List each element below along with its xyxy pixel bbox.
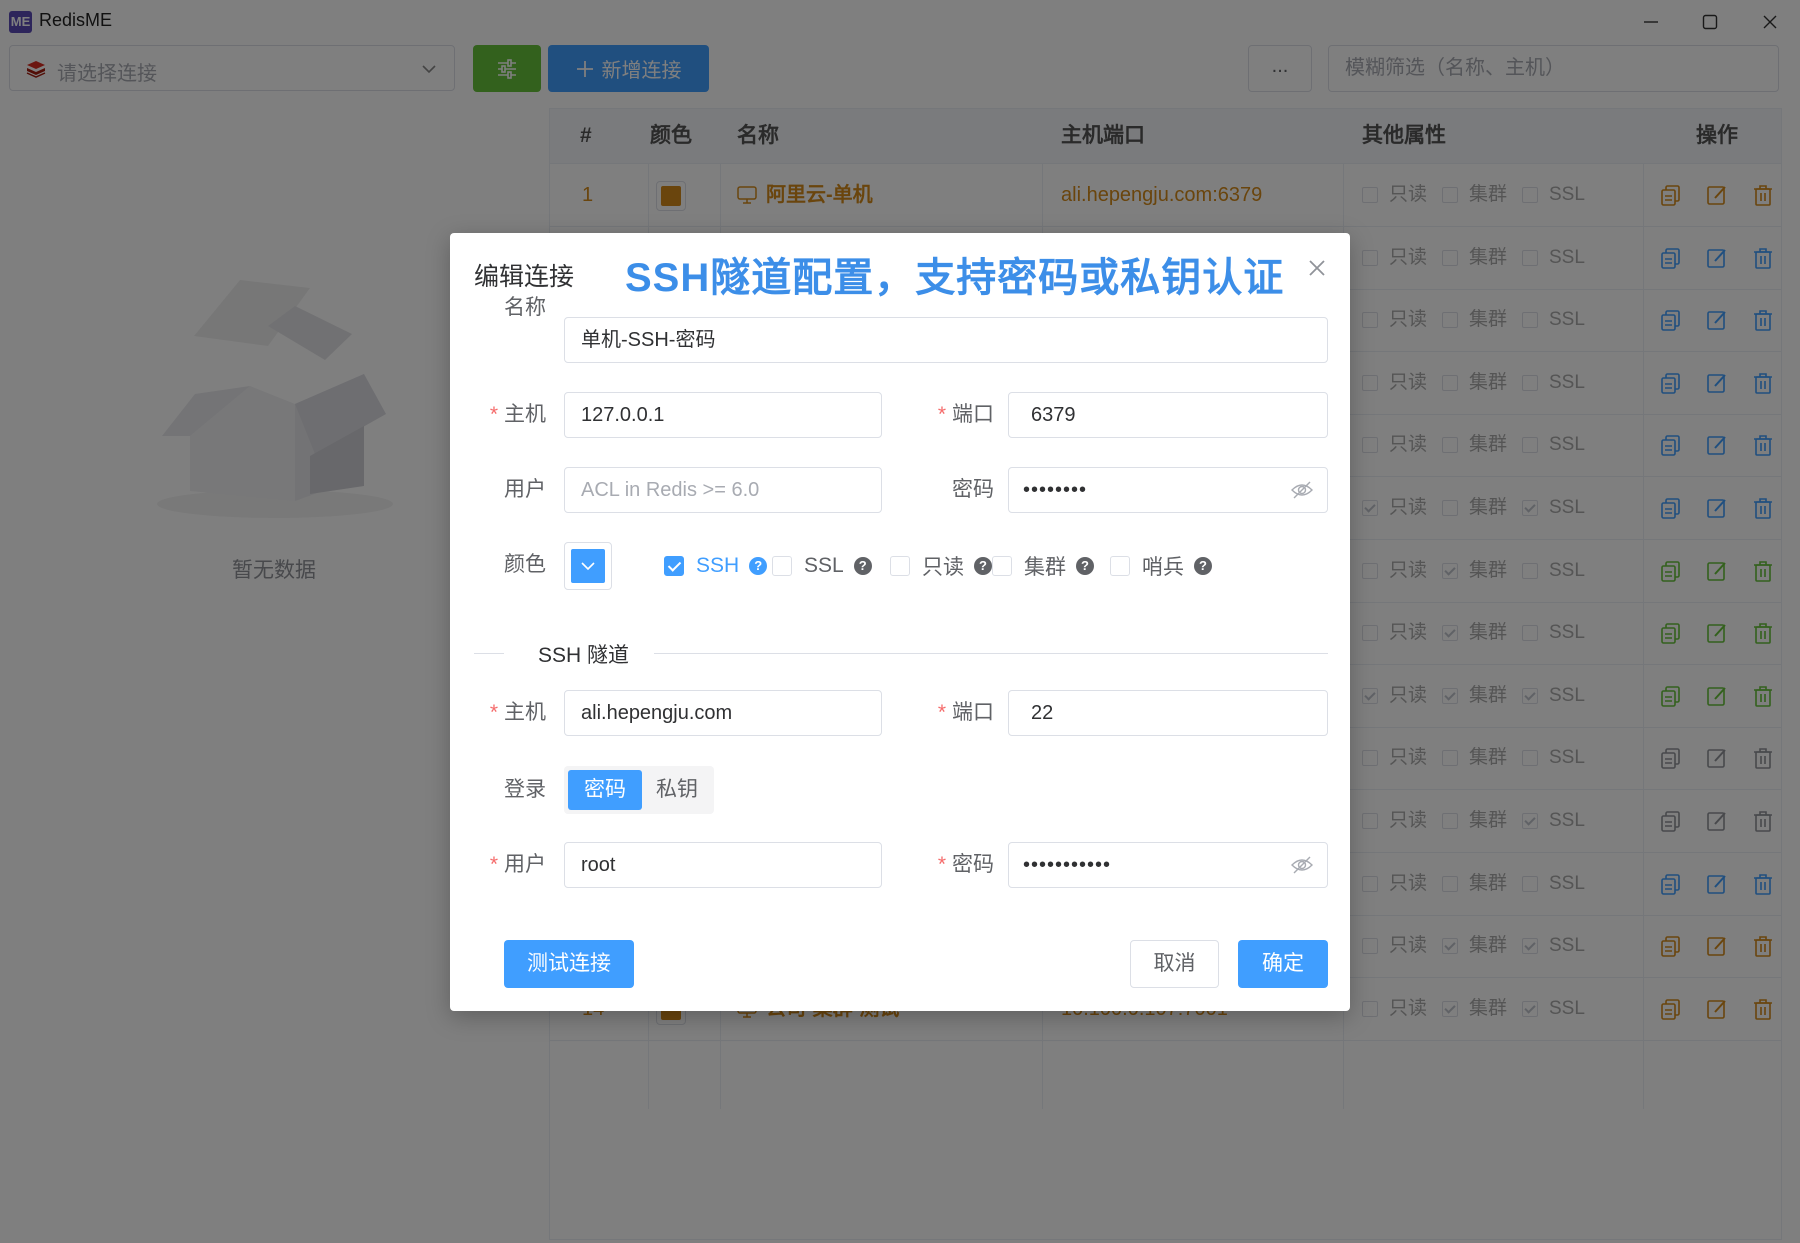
login-private-key-option[interactable]: 私钥 <box>644 770 710 810</box>
eye-off-icon[interactable] <box>1291 855 1313 875</box>
divider-line-right <box>654 653 1328 654</box>
name-label: 名称 <box>504 296 546 319</box>
ssh-port-input[interactable]: 22 <box>1008 690 1328 736</box>
ssh-password-label: * 密码 <box>937 853 994 876</box>
option-label: 只读 <box>922 556 964 579</box>
user-label: 用户 <box>504 478 546 501</box>
help-icon[interactable]: ? <box>974 557 992 575</box>
login-password-option[interactable]: 密码 <box>568 770 642 810</box>
option-sentinel-checkbox[interactable]: 哨兵? <box>1110 553 1212 579</box>
option-cluster-checkbox[interactable]: 集群? <box>992 553 1094 579</box>
name-input[interactable]: 单机-SSH-密码 <box>564 317 1328 363</box>
login-label: 登录 <box>504 778 546 801</box>
option-ssh-checkbox[interactable]: SSH? <box>664 553 768 579</box>
checkbox-box[interactable] <box>772 556 792 576</box>
dialog-close-button[interactable] <box>1304 255 1330 281</box>
color-label: 颜色 <box>504 553 546 576</box>
help-icon[interactable]: ? <box>853 557 872 575</box>
eye-off-icon[interactable] <box>1291 480 1313 500</box>
checkbox-box[interactable] <box>664 556 684 576</box>
password-mask: •••••••• <box>1023 479 1088 501</box>
test-connection-button[interactable]: 测试连接 <box>504 940 634 988</box>
color-picker[interactable] <box>564 542 612 590</box>
cancel-button[interactable]: 取消 <box>1130 940 1219 988</box>
password-input[interactable]: •••••••• <box>1008 467 1328 513</box>
option-label: SSH <box>696 554 740 577</box>
option-label: 哨兵 <box>1142 556 1184 579</box>
port-input[interactable]: 6379 <box>1008 392 1328 438</box>
ssh-user-input[interactable]: root <box>564 842 882 888</box>
password-label: 密码 <box>952 478 994 501</box>
option-label: 集群 <box>1024 556 1066 579</box>
user-input[interactable]: ACL in Redis >= 6.0 <box>564 467 882 513</box>
port-label: * 端口 <box>937 403 994 426</box>
checkbox-box[interactable] <box>992 556 1012 576</box>
edit-connection-dialog: 编辑连接 SSH隧道配置，支持密码或私钥认证 名称 单机-SSH-密码 * 主机 … <box>450 233 1350 1011</box>
dialog-banner: SSH隧道配置，支持密码或私钥认证 <box>625 256 1285 300</box>
divider-line-left <box>474 653 504 654</box>
checkbox-box[interactable] <box>1110 556 1130 576</box>
chevron-down-icon <box>581 562 595 571</box>
ssh-password-input[interactable]: ••••••••••• <box>1008 842 1328 888</box>
option-ssl-checkbox[interactable]: SSL? <box>772 553 872 579</box>
ssh-host-label: * 主机 <box>489 701 546 724</box>
ssh-password-mask: ••••••••••• <box>1023 854 1112 876</box>
login-method-segmented: 密码 私钥 <box>564 766 714 814</box>
ssh-port-label: * 端口 <box>937 701 994 724</box>
host-input[interactable]: 127.0.0.1 <box>564 392 882 438</box>
ssh-user-label: * 用户 <box>489 853 546 876</box>
help-icon[interactable]: ? <box>1076 557 1094 575</box>
ssh-section-title: SSH 隧道 <box>534 639 634 669</box>
host-label: * 主机 <box>489 403 546 426</box>
help-icon[interactable]: ? <box>749 557 768 575</box>
color-picker-swatch <box>571 549 605 583</box>
checkbox-box[interactable] <box>890 556 910 576</box>
ok-button[interactable]: 确定 <box>1238 940 1328 988</box>
help-icon[interactable]: ? <box>1194 557 1212 575</box>
ssh-host-input[interactable]: ali.hepengju.com <box>564 690 882 736</box>
option-readonly-checkbox[interactable]: 只读? <box>890 553 992 579</box>
option-label: SSL <box>804 554 844 577</box>
